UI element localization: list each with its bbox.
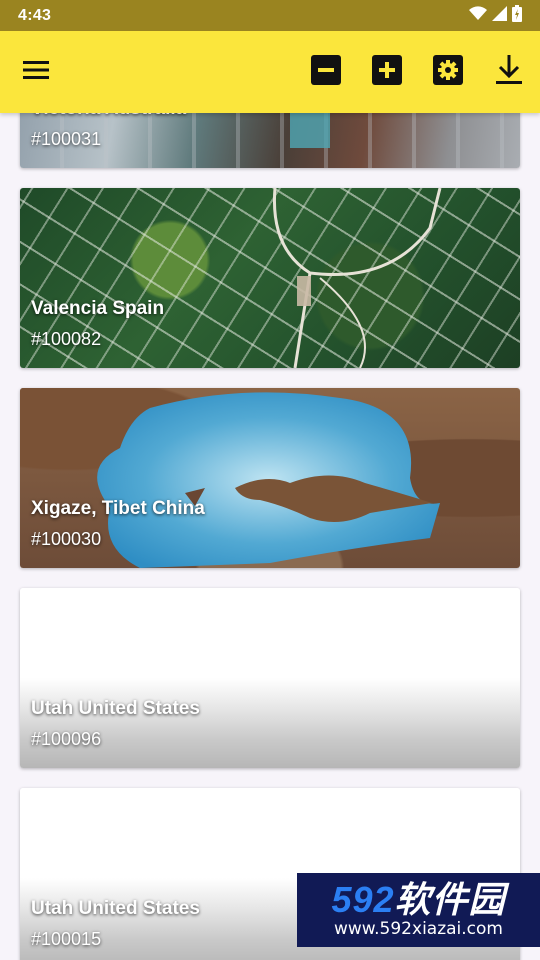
watermark-url: www.592xiazai.com xyxy=(334,919,503,939)
status-icons xyxy=(469,4,522,27)
zoom-in-icon xyxy=(372,54,402,90)
wifi-icon xyxy=(469,5,487,26)
card-number: #100031 xyxy=(31,129,102,149)
app-bar xyxy=(0,31,540,113)
wallpaper-card[interactable]: Xigaze, Tibet China #100030 xyxy=(20,388,520,568)
card-number: #100082 xyxy=(31,329,102,349)
card-title: Xigaze, Tibet China xyxy=(31,498,205,519)
zoom-out-icon xyxy=(311,54,341,90)
wallpaper-card[interactable]: Valencia Spain #100082 xyxy=(20,188,520,368)
status-bar: 4:43 xyxy=(0,0,540,31)
wallpaper-feed[interactable]: Victoria Australia #100031 Valencia Spai… xyxy=(0,0,540,960)
card-title: Utah United States xyxy=(31,898,200,919)
card-number: #100015 xyxy=(31,929,102,949)
cell-signal-icon xyxy=(492,5,507,26)
card-title: Valencia Spain xyxy=(31,298,165,319)
card-number: #100030 xyxy=(31,529,102,549)
settings-icon xyxy=(433,54,463,90)
download-icon xyxy=(495,54,523,90)
watermark-brand: 592软件园 xyxy=(331,879,506,920)
card-title: Utah United States xyxy=(31,698,200,719)
app-screen: 4:43 #100031 Valencia Spain #100082 Xiga… xyxy=(0,0,540,960)
menu-button[interactable] xyxy=(20,56,52,88)
status-time: 4:43 xyxy=(18,6,52,24)
settings-button[interactable] xyxy=(432,54,464,90)
battery-icon xyxy=(512,4,522,27)
watermark-logo: 592软件园 www.592xiazai.com xyxy=(297,873,540,947)
zoom-out-button[interactable] xyxy=(310,54,342,90)
hamburger-menu-icon xyxy=(23,60,49,85)
zoom-in-button[interactable] xyxy=(371,54,403,90)
download-button[interactable] xyxy=(493,54,525,90)
wallpaper-card[interactable]: Utah United States #100096 xyxy=(20,588,520,768)
card-number: #100096 xyxy=(31,729,102,749)
